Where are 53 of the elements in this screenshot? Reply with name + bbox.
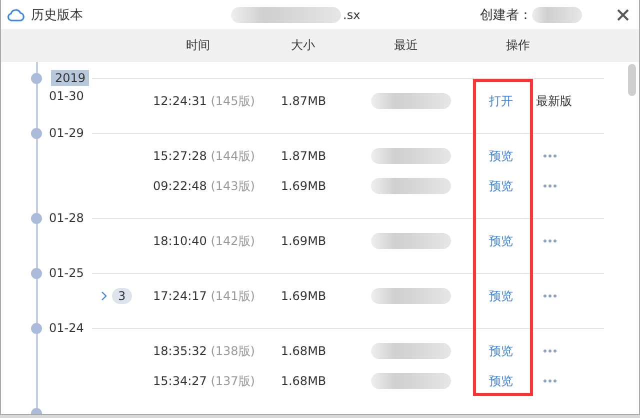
- count-badge[interactable]: 3: [112, 288, 132, 304]
- column-header: 操作: [505, 37, 531, 54]
- version-time: 15:27:28 (144版): [153, 148, 256, 164]
- creator-label: 创建者：: [480, 6, 532, 24]
- more-icon[interactable]: [543, 154, 557, 158]
- file-size: 1.87MB: [280, 94, 328, 108]
- timeline-dot: [31, 212, 42, 224]
- version-time: 17:24:17 (141版): [153, 288, 256, 304]
- preview-link[interactable]: 预览: [489, 374, 513, 388]
- column-header: 最近: [393, 37, 419, 54]
- version-time: 18:10:40 (142版): [153, 232, 256, 250]
- close-icon: [617, 8, 629, 20]
- version-time: 09:22:48 (143版): [153, 178, 256, 194]
- open-link[interactable]: 打开: [489, 94, 513, 108]
- version-time: 18:35:32 (138版): [153, 342, 256, 360]
- scrollbar-thumb[interactable]: [628, 64, 636, 96]
- blurred-text: [532, 6, 582, 22]
- timeline-dot: [31, 72, 42, 84]
- version-time: 15:34:27 (137版): [153, 372, 256, 390]
- file-size: 1.69MB: [280, 179, 328, 193]
- date-label: 01-24: [49, 321, 85, 335]
- timeline-dot: [31, 128, 42, 138]
- year-label: 2019: [51, 70, 89, 86]
- file-size: 1.87MB: [280, 149, 328, 163]
- more-icon[interactable]: [543, 379, 557, 383]
- timeline-dot: [31, 268, 42, 278]
- file-size: 1.69MB: [280, 234, 328, 248]
- file-name: .sx: [343, 8, 360, 22]
- file-size: 1.69MB: [280, 289, 328, 303]
- more-icon[interactable]: [543, 349, 557, 353]
- cloud-icon: [7, 8, 25, 22]
- column-header: 时间: [185, 37, 211, 54]
- date-label: 01-28: [49, 211, 85, 225]
- window-title: 历史版本: [31, 6, 83, 24]
- date-label: 01-25: [49, 266, 85, 280]
- latest-label: 最新版: [536, 92, 572, 110]
- timeline-dot: [31, 322, 42, 334]
- file-size: 1.68MB: [280, 344, 328, 358]
- date-label: 01-29: [49, 126, 85, 140]
- more-icon[interactable]: [543, 239, 557, 243]
- file-size: 1.68MB: [280, 374, 328, 388]
- preview-link[interactable]: 预览: [489, 288, 513, 302]
- version-time: 12:24:31 (145版): [153, 92, 256, 110]
- preview-link[interactable]: 预览: [489, 178, 513, 192]
- column-header: 大小: [290, 37, 316, 54]
- more-icon[interactable]: [543, 294, 557, 298]
- preview-link[interactable]: 预览: [489, 148, 513, 162]
- preview-link[interactable]: 预览: [489, 344, 513, 358]
- date-label: 01-30: [49, 89, 85, 103]
- more-icon[interactable]: [543, 184, 557, 188]
- preview-link[interactable]: 预览: [489, 234, 513, 248]
- chevron-icon[interactable]: [101, 291, 107, 301]
- close-button[interactable]: [615, 6, 631, 22]
